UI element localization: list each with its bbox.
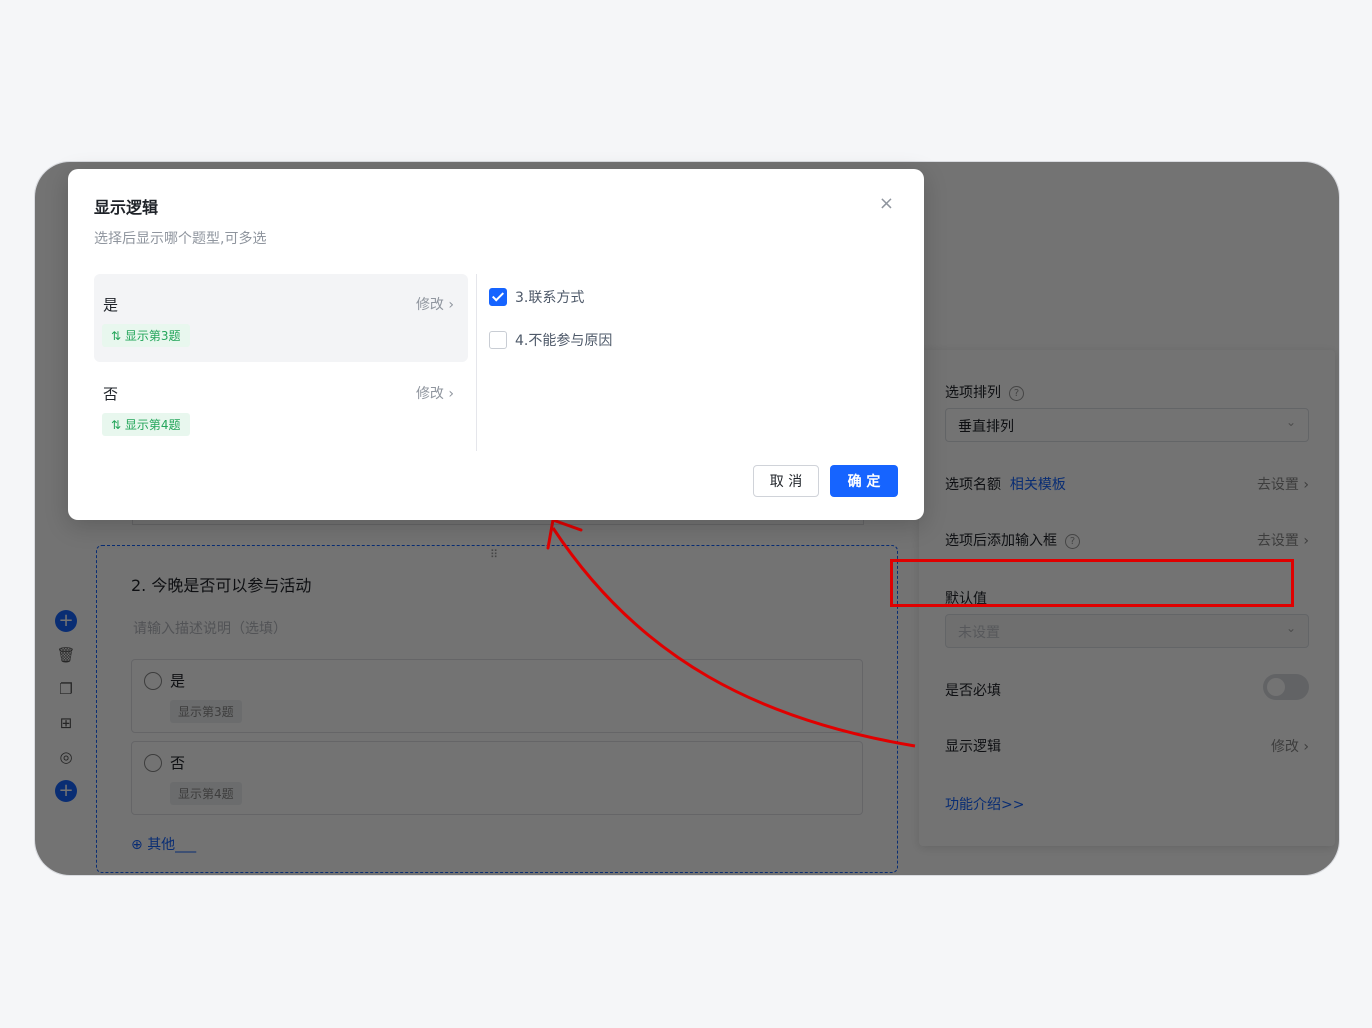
condition-list: 是 修改 › ⇅ 显示第3题 否 修改 › ⇅ 显示第4题 bbox=[94, 274, 468, 452]
checkbox-icon[interactable] bbox=[489, 331, 507, 349]
option-label: 否 bbox=[170, 754, 186, 772]
copy-icon[interactable]: ❐ bbox=[55, 678, 77, 700]
input-row[interactable]: 选项后添加输入框? 去设置 › bbox=[945, 530, 1309, 550]
logic-row[interactable]: 显示逻辑 修改 › bbox=[945, 736, 1309, 756]
add-below-icon[interactable]: + bbox=[55, 780, 77, 802]
condition-name: 否 bbox=[103, 385, 119, 403]
condition-tag: ⇅ 显示第3题 bbox=[102, 324, 190, 347]
question-description-input[interactable]: 请输入描述说明（选填） bbox=[133, 618, 287, 638]
logic-label: 显示逻辑 bbox=[945, 739, 1001, 755]
radio-icon bbox=[144, 672, 162, 690]
drag-handle-icon[interactable]: ⠿ bbox=[490, 548, 499, 561]
logic-edit-action[interactable]: 修改 › bbox=[1271, 736, 1309, 756]
intro-link[interactable]: 功能介绍>> bbox=[945, 794, 1309, 814]
help-icon[interactable]: ? bbox=[1065, 533, 1080, 549]
quota-template-link[interactable]: 相关模板 bbox=[1010, 477, 1066, 493]
tool-rail: + 🗑 ❐ ⊞ ◎ + bbox=[49, 610, 83, 814]
arrangement-row: 选项排列? bbox=[945, 382, 1309, 402]
chevron-down-icon: ⌄ bbox=[1285, 621, 1296, 635]
condition-item-yes[interactable]: 是 修改 › ⇅ 显示第3题 bbox=[94, 274, 468, 362]
close-icon[interactable]: × bbox=[879, 193, 894, 214]
question-card[interactable]: ⠿ 2. 今晚是否可以参与活动 请输入描述说明（选填） 是 显示第3题 否 显示… bbox=[96, 545, 898, 873]
insert-page-icon[interactable]: ⊞ bbox=[55, 712, 77, 734]
chevron-down-icon: ⌄ bbox=[1285, 415, 1296, 429]
highlight-box bbox=[890, 559, 1294, 607]
modal-divider bbox=[476, 274, 477, 451]
input-label: 选项后添加输入框 bbox=[945, 533, 1057, 549]
confirm-button[interactable]: 确 定 bbox=[830, 465, 898, 497]
help-icon[interactable]: ? bbox=[1009, 385, 1024, 401]
condition-edit[interactable]: 修改 › bbox=[416, 383, 454, 403]
option-label: 是 bbox=[170, 672, 186, 690]
required-label: 是否必填 bbox=[945, 683, 1001, 699]
option-yes[interactable]: 是 显示第3题 bbox=[131, 659, 863, 733]
option-logic-tag: 显示第3题 bbox=[170, 700, 242, 723]
condition-name: 是 bbox=[103, 296, 119, 314]
condition-edit[interactable]: 修改 › bbox=[416, 294, 454, 314]
default-select[interactable]: 未设置 ⌄ bbox=[945, 614, 1309, 648]
modal-subtitle: 选择后显示哪个题型,可多选 bbox=[94, 231, 267, 247]
target-label: 4.不能参与原因 bbox=[515, 333, 613, 349]
display-logic-modal: 显示逻辑 选择后显示哪个题型,可多选 × 是 修改 › ⇅ 显示第3题 否 修改… bbox=[68, 169, 924, 520]
default-value: 未设置 bbox=[958, 625, 1000, 641]
question-title[interactable]: 2. 今晚是否可以参与活动 bbox=[131, 572, 311, 596]
condition-tag-text: 显示第4题 bbox=[124, 418, 181, 432]
condition-tag: ⇅ 显示第4题 bbox=[102, 413, 190, 436]
quota-action[interactable]: 去设置 › bbox=[1257, 474, 1309, 494]
radio-icon bbox=[144, 754, 162, 772]
arrangement-select[interactable]: 垂直排列 ⌄ bbox=[945, 408, 1309, 442]
condition-tag-text: 显示第3题 bbox=[124, 329, 181, 343]
required-toggle[interactable] bbox=[1263, 674, 1309, 700]
option-no[interactable]: 否 显示第4题 bbox=[131, 741, 863, 815]
add-other-option[interactable]: ⊕ 其他___ bbox=[131, 834, 196, 854]
modal-title: 显示逻辑 bbox=[94, 198, 159, 217]
cancel-button[interactable]: 取 消 bbox=[753, 465, 819, 497]
arrangement-label: 选项排列 bbox=[945, 385, 1001, 401]
other-label: 其他___ bbox=[147, 837, 197, 853]
arrangement-value: 垂直排列 bbox=[958, 419, 1014, 435]
required-row: 是否必填 bbox=[945, 674, 1309, 700]
quota-label: 选项名额 bbox=[945, 477, 1001, 493]
hide-icon[interactable]: ◎ bbox=[55, 746, 77, 768]
condition-item-no[interactable]: 否 修改 › ⇅ 显示第4题 bbox=[94, 363, 468, 451]
checkbox-checked-icon[interactable] bbox=[489, 288, 507, 306]
quota-row[interactable]: 选项名额 相关模板 去设置 › bbox=[945, 474, 1309, 494]
option-logic-tag: 显示第4题 bbox=[170, 782, 242, 805]
add-question-icon[interactable]: + bbox=[55, 610, 77, 632]
input-action[interactable]: 去设置 › bbox=[1257, 530, 1309, 550]
trash-icon[interactable]: 🗑 bbox=[55, 644, 77, 666]
target-label: 3.联系方式 bbox=[515, 290, 585, 306]
